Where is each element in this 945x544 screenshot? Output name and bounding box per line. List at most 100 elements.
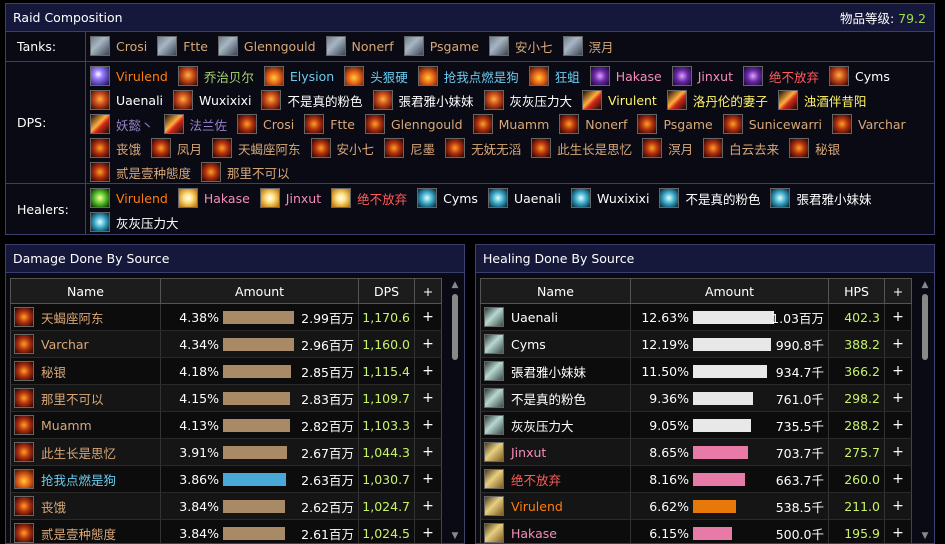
damage-table-row[interactable]: 贰是壹种態度 3.84% 2.61百万 1,024.5 +: [10, 520, 442, 543]
dps-member[interactable]: Elysion: [263, 64, 334, 88]
dps-member[interactable]: 乔治贝尔: [177, 64, 254, 88]
dps-member[interactable]: Uaenali: [90, 88, 163, 112]
damage-table-row[interactable]: 此生长是思忆 3.91% 2.67百万 1,044.3 +: [10, 439, 442, 466]
dps-member[interactable]: Varchar: [831, 112, 906, 136]
dps-member[interactable]: 绝不放弃: [743, 64, 819, 88]
damage-row-expand-button[interactable]: +: [415, 520, 441, 543]
healer-member[interactable]: 不是真的粉色: [659, 186, 760, 210]
tank-member[interactable]: Nonerf: [325, 34, 394, 58]
tank-member[interactable]: Glenngould: [217, 34, 316, 58]
dps-member[interactable]: 洛丹伦的妻子: [666, 88, 768, 112]
tank-member[interactable]: Psgame: [403, 34, 479, 58]
dps-member[interactable]: Crosi: [237, 112, 294, 136]
damage-row-expand-button[interactable]: +: [415, 439, 441, 465]
damage-table-row[interactable]: 抢我点燃是狗 3.86% 2.63百万 1,030.7 +: [10, 466, 442, 493]
dps-member[interactable]: 贰是壹种態度: [90, 160, 191, 184]
scroll-up-arrow-icon[interactable]: ▲: [918, 278, 932, 292]
dps-member[interactable]: 此生长是思忆: [531, 136, 632, 160]
healing-table-row[interactable]: Virulend 6.62% 538.5千 211.0 +: [480, 493, 912, 520]
dps-member[interactable]: 法兰佐: [163, 112, 227, 136]
damage-row-expand-button[interactable]: +: [415, 304, 441, 330]
dps-member[interactable]: 秘银: [789, 136, 840, 160]
healing-table-row[interactable]: Jinxut 8.65% 703.7千 275.7 +: [480, 439, 912, 466]
dps-member[interactable]: Muamm: [472, 112, 549, 136]
healing-row-expand-button[interactable]: +: [885, 331, 911, 357]
damage-header-dps[interactable]: DPS: [359, 279, 415, 303]
damage-row-expand-button[interactable]: +: [415, 412, 441, 438]
dps-member[interactable]: 不是真的粉色: [261, 88, 363, 112]
dps-member[interactable]: 天蝎座阿东: [212, 136, 301, 160]
dps-member[interactable]: 抢我点燃是狗: [417, 64, 519, 88]
dps-member[interactable]: Virulent: [582, 88, 657, 112]
scroll-down-arrow-icon[interactable]: ▼: [448, 529, 462, 543]
dps-member[interactable]: Sunicewarri: [722, 112, 822, 136]
healing-table-row[interactable]: 灰灰压力大 9.05% 735.5千 288.2 +: [480, 412, 912, 439]
tank-member[interactable]: Ftte: [157, 34, 208, 58]
damage-row-expand-button[interactable]: +: [415, 493, 441, 519]
healing-row-expand-button[interactable]: +: [885, 412, 911, 438]
damage-table-row[interactable]: 秘银 4.18% 2.85百万 1,115.4 +: [10, 358, 442, 385]
tank-member[interactable]: 溟月: [562, 34, 614, 58]
healer-member[interactable]: Wuxixixi: [570, 186, 649, 210]
healer-member[interactable]: Uaenali: [487, 186, 561, 210]
healing-table-row[interactable]: 不是真的粉色 9.36% 761.0千 298.2 +: [480, 385, 912, 412]
healing-header-expand-button[interactable]: +: [885, 279, 911, 303]
healing-scrollbar[interactable]: ▲ ▼: [918, 278, 932, 543]
dps-member[interactable]: 头狠硬: [344, 64, 408, 88]
dps-member[interactable]: Cyms: [829, 64, 890, 88]
dps-member[interactable]: Hakase: [589, 64, 662, 88]
healing-row-expand-button[interactable]: +: [885, 439, 911, 465]
healing-table-row[interactable]: 張君雅小妹妹 11.50% 934.7千 366.2 +: [480, 358, 912, 385]
dps-member[interactable]: 尼墨: [384, 136, 435, 160]
dps-member[interactable]: Glenngould: [364, 112, 463, 136]
damage-table-row[interactable]: 丧饿 3.84% 2.62百万 1,024.7 +: [10, 493, 442, 520]
dps-member[interactable]: 溟月: [642, 136, 693, 160]
dps-member[interactable]: 丧饿: [90, 136, 141, 160]
dps-member[interactable]: Jinxut: [671, 64, 733, 88]
dps-member[interactable]: 白云去来: [703, 136, 779, 160]
dps-member[interactable]: Psgame: [637, 112, 713, 136]
healing-table-row[interactable]: Cyms 12.19% 990.8千 388.2 +: [480, 331, 912, 358]
scrollbar-thumb[interactable]: [922, 294, 928, 360]
damage-table-row[interactable]: 那里不可以 4.15% 2.83百万 1,109.7 +: [10, 385, 442, 412]
healer-member[interactable]: Virulend: [90, 186, 168, 210]
dps-member[interactable]: 无妩无滔: [445, 136, 521, 160]
damage-header-expand-button[interactable]: +: [415, 279, 441, 303]
scrollbar-track[interactable]: [922, 294, 928, 526]
healing-row-expand-button[interactable]: +: [885, 304, 911, 330]
healer-member[interactable]: 張君雅小妹妹: [770, 186, 871, 210]
healing-row-expand-button[interactable]: +: [885, 493, 911, 519]
dps-member[interactable]: Virulend: [90, 64, 168, 88]
healing-row-expand-button[interactable]: +: [885, 358, 911, 384]
damage-table-row[interactable]: Muamm 4.13% 2.82百万 1,103.3 +: [10, 412, 442, 439]
scrollbar-track[interactable]: [452, 294, 458, 526]
healing-table-row[interactable]: 绝不放弃 8.16% 663.7千 260.0 +: [480, 466, 912, 493]
damage-row-expand-button[interactable]: +: [415, 358, 441, 384]
healing-header-amount[interactable]: Amount: [631, 279, 829, 303]
healing-table-row[interactable]: Uaenali 12.63% 1.03百万 402.3 +: [480, 304, 912, 331]
dps-member[interactable]: Wuxixixi: [173, 88, 251, 112]
dps-member[interactable]: 浊酒伴昔阳: [777, 88, 866, 112]
damage-table-row[interactable]: 天蝎座阿东 4.38% 2.99百万 1,170.6 +: [10, 304, 442, 331]
damage-row-expand-button[interactable]: +: [415, 385, 441, 411]
dps-member[interactable]: 灰灰压力大: [483, 88, 572, 112]
healing-header-hps[interactable]: HPS: [829, 279, 885, 303]
healing-header-name[interactable]: Name: [481, 279, 631, 303]
healer-member[interactable]: Jinxut: [259, 186, 321, 210]
dps-member[interactable]: Ftte: [304, 112, 355, 136]
damage-table-row[interactable]: Varchar 4.34% 2.96百万 1,160.0 +: [10, 331, 442, 358]
damage-row-expand-button[interactable]: +: [415, 331, 441, 357]
healing-row-expand-button[interactable]: +: [885, 385, 911, 411]
healer-member[interactable]: Cyms: [417, 186, 478, 210]
tank-member[interactable]: Crosi: [90, 34, 147, 58]
dps-member[interactable]: 狂蛆: [528, 64, 580, 88]
dps-member[interactable]: 張君雅小妹妹: [372, 88, 474, 112]
damage-header-amount[interactable]: Amount: [161, 279, 359, 303]
tank-member[interactable]: 安小七: [488, 34, 553, 58]
healing-row-expand-button[interactable]: +: [885, 466, 911, 492]
damage-scrollbar[interactable]: ▲ ▼: [448, 278, 462, 543]
damage-row-expand-button[interactable]: +: [415, 466, 441, 492]
scrollbar-thumb[interactable]: [452, 294, 458, 360]
dps-member[interactable]: 妖懿丶: [90, 112, 154, 136]
scroll-up-arrow-icon[interactable]: ▲: [448, 278, 462, 292]
